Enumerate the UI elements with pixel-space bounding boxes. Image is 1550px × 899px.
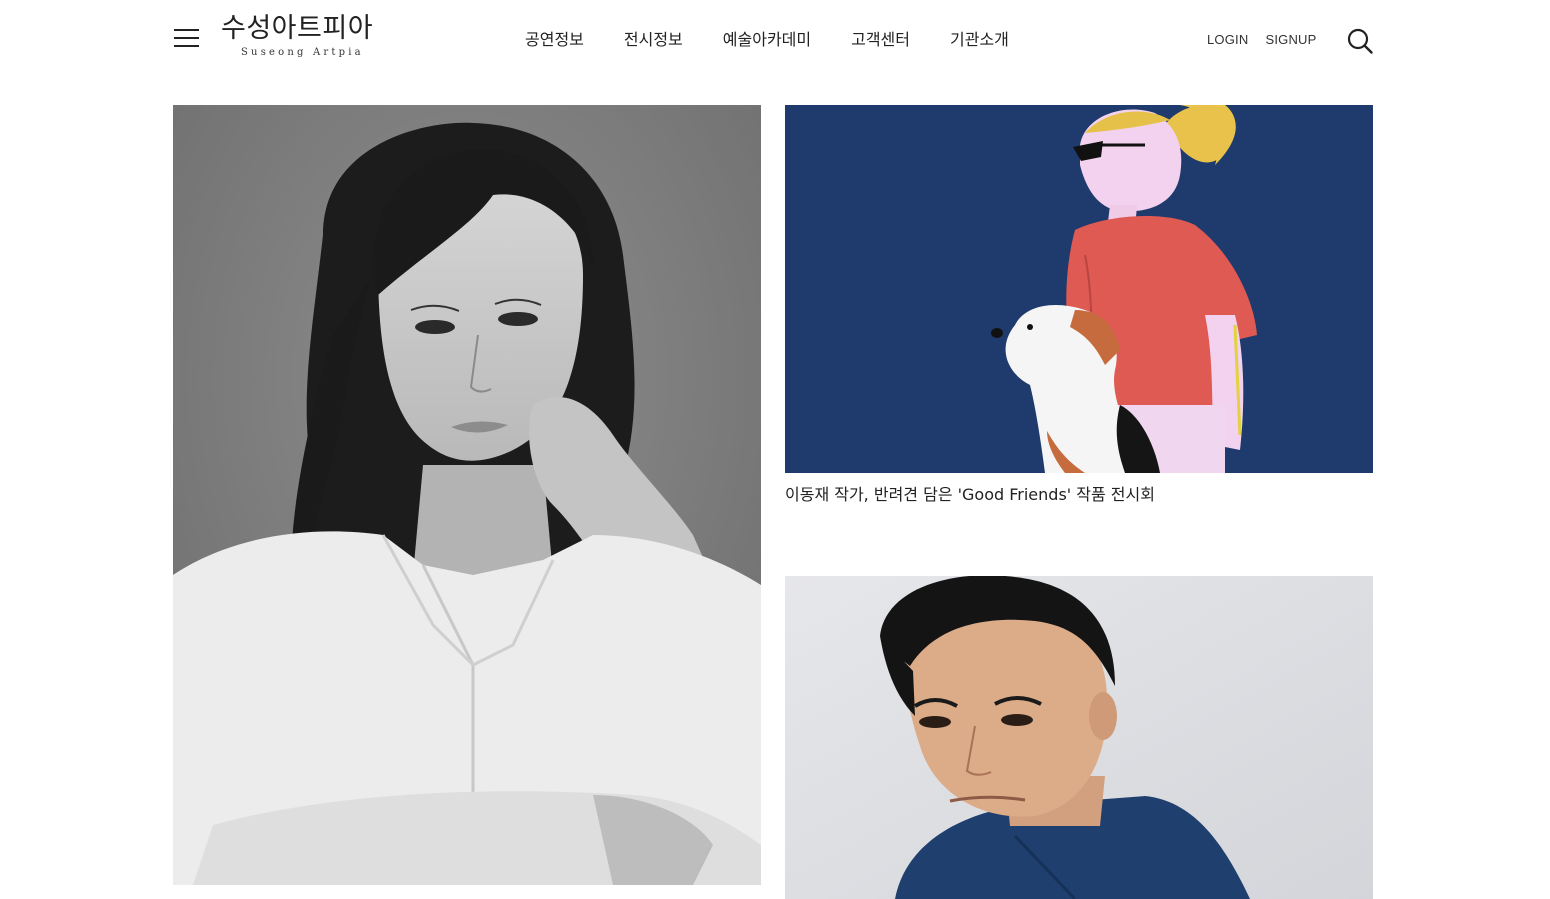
feature-card-performance[interactable] (785, 576, 1373, 899)
site-logo[interactable]: 수성아트피아 Suseong Artpia (221, 12, 391, 64)
nav-customer-center[interactable]: 고객센터 (851, 28, 910, 52)
login-link[interactable]: LOGIN (1207, 30, 1248, 50)
man-portrait-image (785, 576, 1373, 899)
feature-card-exhibition[interactable]: 이동재 작가, 반려견 담은 'Good Friends' 작품 전시회 (785, 105, 1373, 525)
search-icon[interactable] (1346, 27, 1374, 55)
hamburger-menu-icon[interactable] (174, 26, 200, 50)
nav-performance[interactable]: 공연정보 (525, 28, 584, 52)
painting-image (785, 105, 1373, 473)
woman-portrait-image (173, 105, 761, 885)
main-nav: 공연정보 전시정보 예술아카데미 고객센터 기관소개 (525, 28, 1049, 52)
signup-link[interactable]: SIGNUP (1265, 30, 1316, 50)
feature-card-left[interactable] (173, 105, 761, 899)
nav-exhibition[interactable]: 전시정보 (624, 28, 683, 52)
site-header: 수성아트피아 Suseong Artpia 공연정보 전시정보 예술아카데미 고… (0, 0, 1550, 80)
util-links: LOGIN SIGNUP (1207, 30, 1334, 50)
exhibition-caption: 이동재 작가, 반려견 담은 'Good Friends' 작품 전시회 (785, 485, 1155, 504)
nav-about[interactable]: 기관소개 (950, 28, 1009, 52)
logo-korean: 수성아트피아 (221, 13, 374, 44)
logo-english: Suseong Artpia (241, 47, 364, 58)
nav-academy[interactable]: 예술아카데미 (723, 28, 811, 52)
